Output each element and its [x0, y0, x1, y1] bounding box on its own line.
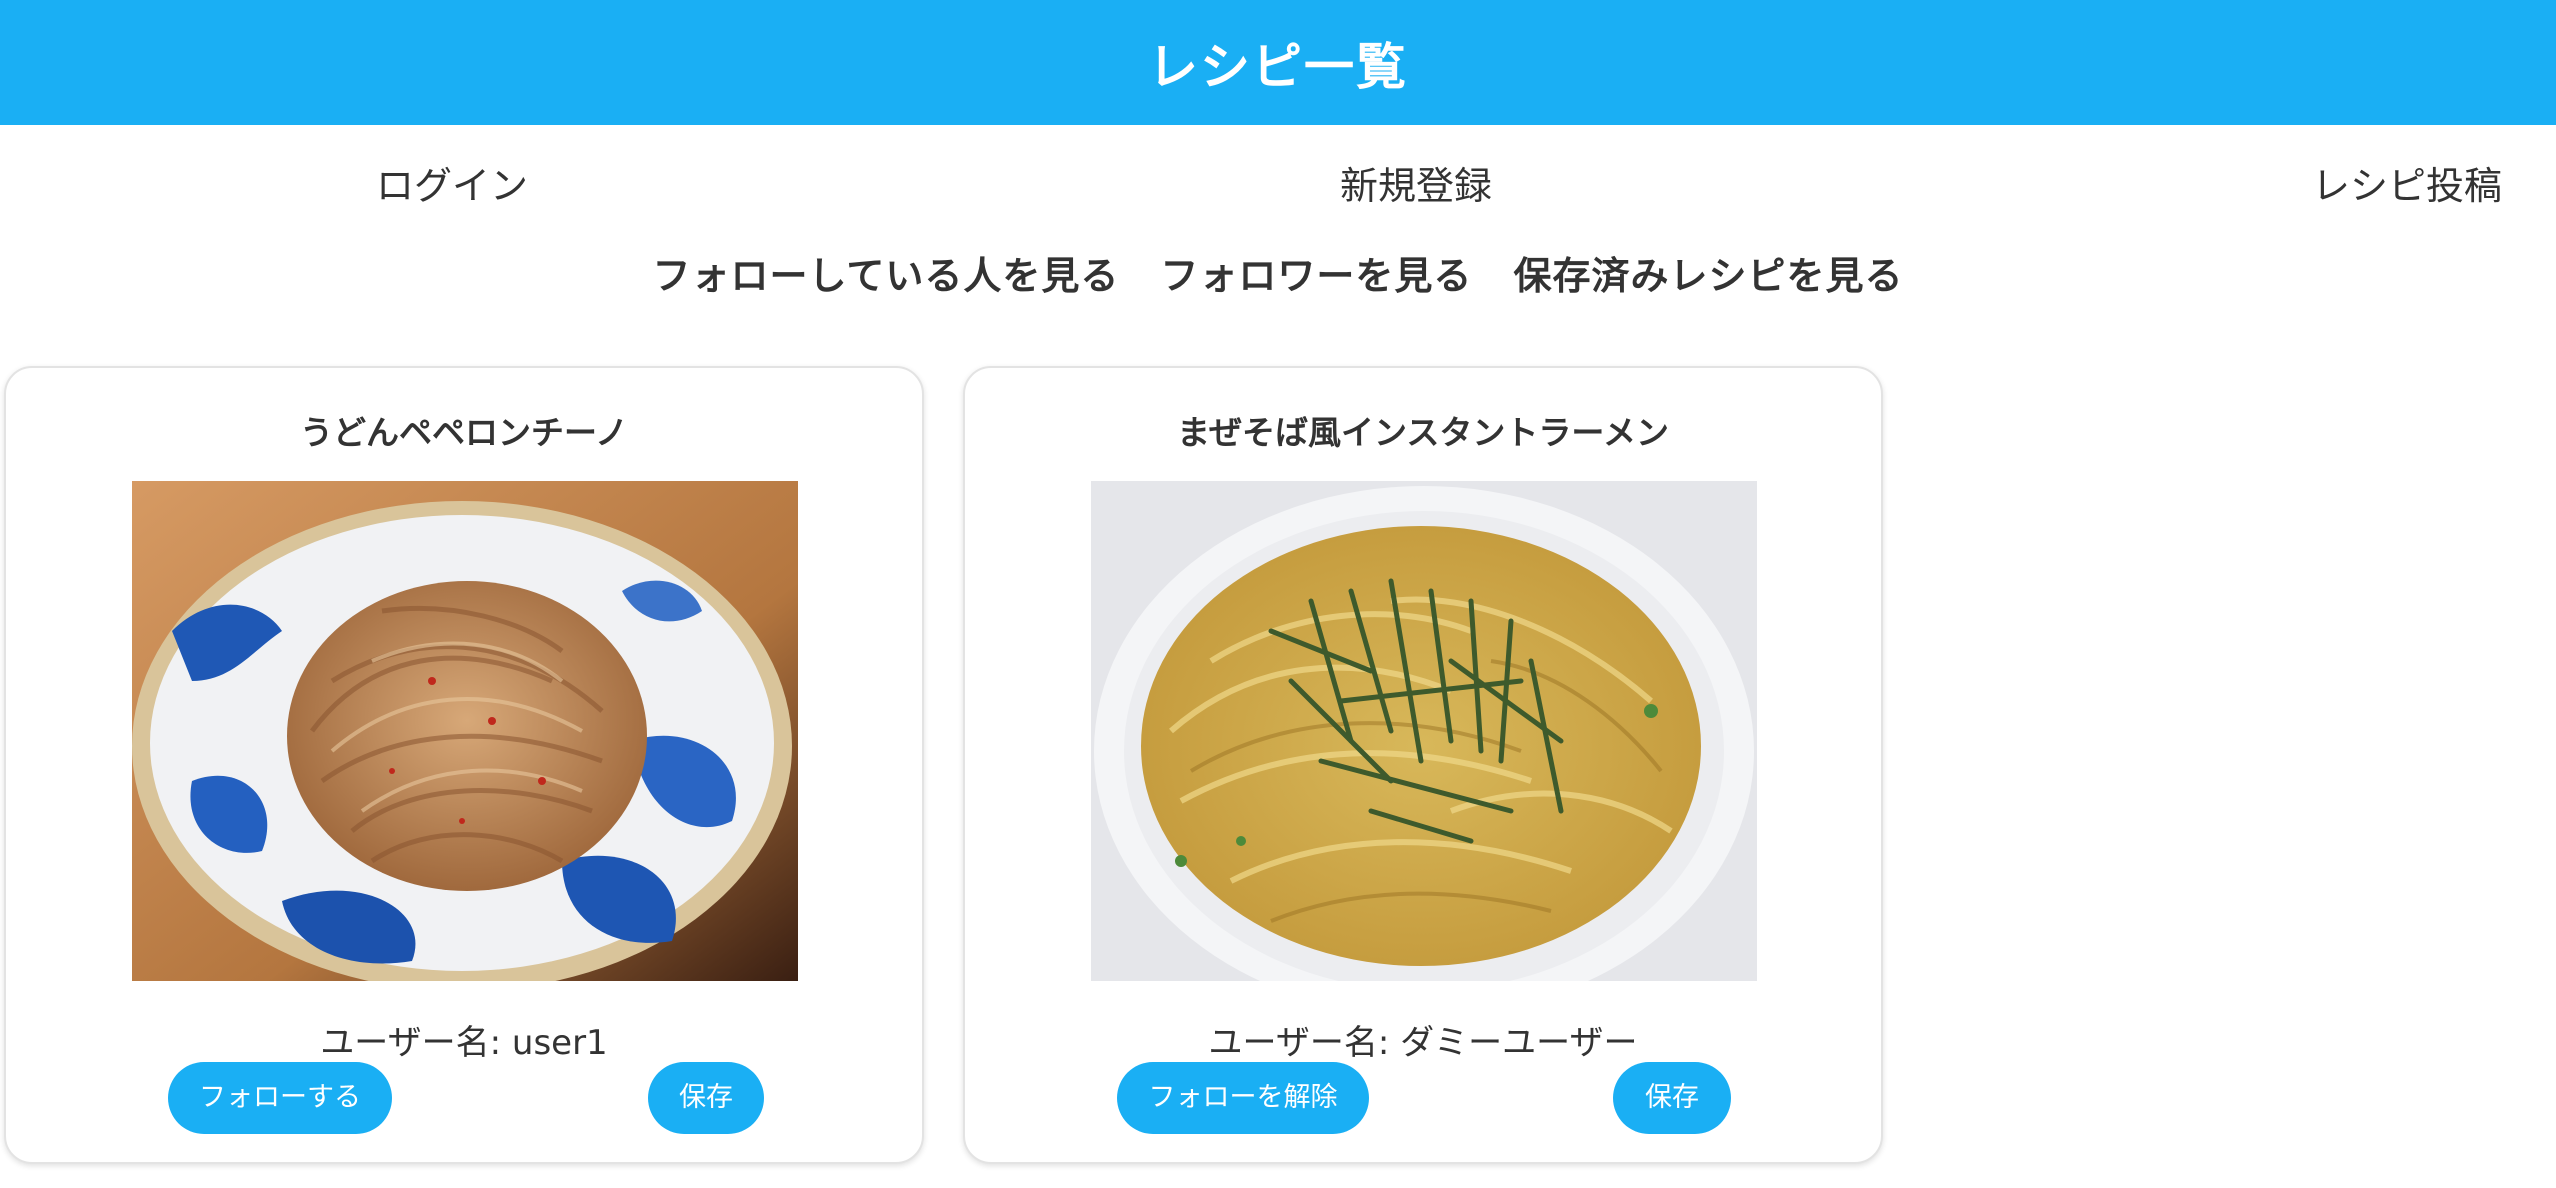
recipe-username: ユーザー名: user1 [320, 1023, 608, 1063]
recipe-username: ユーザー名: ダミーユーザー [1208, 1023, 1638, 1063]
recipe-card: まぜそば風インスタントラーメン ユーザー名: ダミーユーザー フォローを解除 保… [963, 366, 1883, 1164]
login-link[interactable]: ログイン [376, 155, 528, 210]
page-title: レシピ一覧 [1148, 37, 1408, 96]
following-link[interactable]: フォローしている人を見る [652, 254, 1119, 298]
recipe-title: うどんペペロンチーノ [299, 413, 629, 452]
recipe-title: まぜそば風インスタントラーメン [1176, 413, 1670, 452]
follow-button[interactable]: フォローする [168, 1062, 392, 1134]
post-recipe-link[interactable]: レシピ投稿 [2312, 155, 2502, 210]
page-header: レシピ一覧 [0, 0, 2556, 125]
unfollow-button[interactable]: フォローを解除 [1117, 1062, 1369, 1134]
udon-peperoncino-photo [132, 481, 798, 981]
followers-link[interactable]: フォロワーを見る [1160, 254, 1472, 298]
saved-recipes-link[interactable]: 保存済みレシピを見る [1514, 254, 1904, 298]
save-button[interactable]: 保存 [648, 1062, 764, 1134]
recipe-card: うどんペペロンチーノ ユーザー名: user1 フォローする 保存 [4, 366, 924, 1164]
sub-navigation: フォローしている人を見る フォロワーを見る 保存済みレシピを見る [0, 245, 2556, 300]
register-link[interactable]: 新規登録 [1340, 155, 1492, 210]
save-button[interactable]: 保存 [1613, 1062, 1731, 1134]
mazesoba-ramen-photo [1091, 481, 1757, 981]
